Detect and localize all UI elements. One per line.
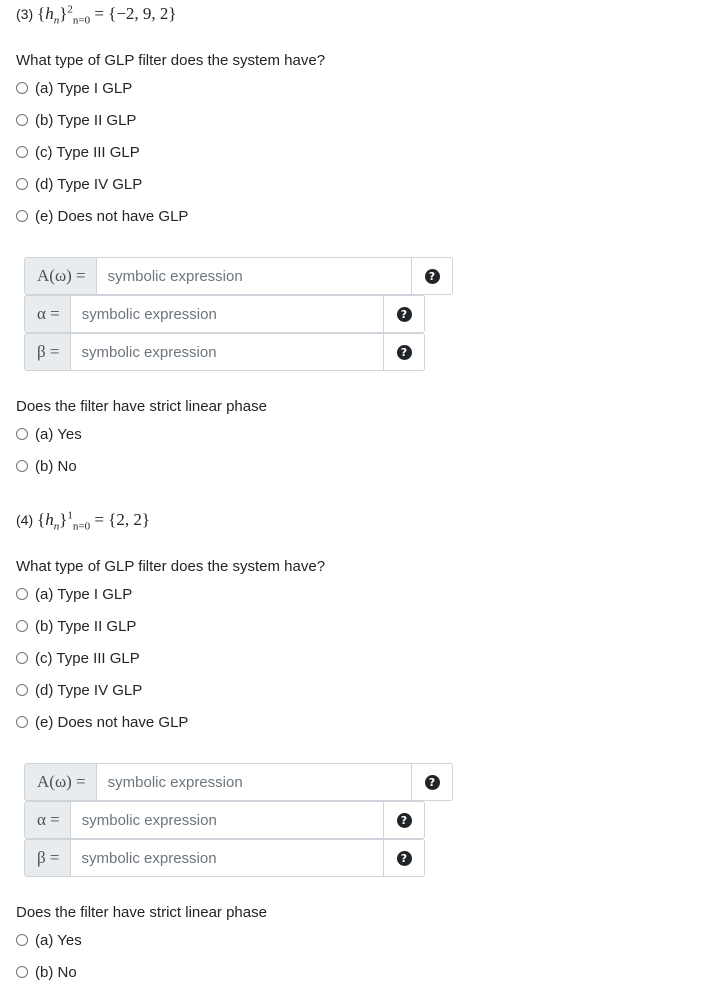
sequence-variable: h (45, 510, 54, 529)
glp-option-type-1[interactable]: (a) Type I GLP (16, 78, 132, 98)
question-circle-icon: ? (396, 344, 412, 360)
option-label: (c) Type III GLP (35, 143, 140, 161)
option-label: (c) Type III GLP (35, 649, 140, 667)
option-label: (e) Does not have GLP (35, 207, 189, 225)
amplitude-input-group: A(ω) = symbolic expression ? (24, 257, 453, 295)
option-label: (a) Yes (35, 425, 82, 443)
alpha-input[interactable]: symbolic expression (70, 296, 383, 332)
radio-button[interactable] (16, 460, 28, 472)
alpha-label: α = (25, 296, 71, 332)
question-circle-icon: ? (424, 268, 440, 284)
linear-option-no[interactable]: (b) No (16, 962, 77, 982)
option-label: (b) No (35, 457, 77, 475)
question-circle-icon: ? (396, 306, 412, 322)
problem-title: (3) {hn}2n=0 = {−2, 9, 2} (16, 3, 177, 27)
option-label: (b) Type II GLP (35, 111, 137, 129)
glp-option-type-4[interactable]: (d) Type IV GLP (16, 680, 142, 700)
linear-option-no[interactable]: (b) No (16, 456, 77, 476)
beta-label: β = (25, 840, 71, 876)
radio-button[interactable] (16, 684, 28, 696)
linear-option-yes[interactable]: (a) Yes (16, 424, 82, 444)
help-button[interactable]: ? (383, 840, 424, 876)
radio-button[interactable] (16, 934, 28, 946)
alpha-input[interactable]: symbolic expression (70, 802, 383, 838)
option-label: (e) Does not have GLP (35, 713, 189, 731)
glp-question: What type of GLP filter does the system … (16, 558, 326, 575)
amplitude-input-group: A(ω) = symbolic expression ? (24, 763, 453, 801)
radio-button[interactable] (16, 588, 28, 600)
beta-input-group: β = symbolic expression ? (24, 839, 425, 877)
sequence-expression: {hn}1n=0 = {2, 2} (37, 509, 150, 533)
amplitude-input[interactable]: symbolic expression (96, 258, 411, 294)
glp-option-type-2[interactable]: (b) Type II GLP (16, 616, 136, 636)
amplitude-input[interactable]: symbolic expression (96, 764, 411, 800)
help-button[interactable]: ? (411, 764, 452, 800)
glp-option-none[interactable]: (e) Does not have GLP (16, 206, 188, 226)
glp-question: What type of GLP filter does the system … (16, 52, 326, 69)
linear-phase-question: Does the filter have strict linear phase (16, 398, 267, 415)
sequence-lower-limit: n=0 (72, 14, 91, 27)
radio-button[interactable] (16, 966, 28, 978)
help-button[interactable]: ? (383, 334, 424, 370)
radio-button[interactable] (16, 146, 28, 158)
radio-button[interactable] (16, 716, 28, 728)
option-label: (d) Type IV GLP (35, 681, 143, 699)
linear-option-yes[interactable]: (a) Yes (16, 930, 82, 950)
option-label: (a) Type I GLP (35, 79, 133, 97)
beta-label: β = (25, 334, 71, 370)
sequence-lower-limit: n=0 (72, 520, 91, 533)
sequence-values: {−2, 9, 2} (108, 4, 177, 23)
question-circle-icon: ? (424, 774, 440, 790)
linear-phase-question: Does the filter have strict linear phase (16, 904, 267, 921)
question-circle-icon: ? (396, 850, 412, 866)
beta-input[interactable]: symbolic expression (70, 334, 383, 370)
beta-input-group: β = symbolic expression ? (24, 333, 425, 371)
glp-option-none[interactable]: (e) Does not have GLP (16, 712, 188, 732)
radio-button[interactable] (16, 114, 28, 126)
help-button[interactable]: ? (411, 258, 452, 294)
sequence-subscript: n (53, 14, 60, 27)
problem-number: (4) (16, 512, 34, 528)
glp-option-type-2[interactable]: (b) Type II GLP (16, 110, 136, 130)
sequence-variable: h (45, 4, 54, 23)
option-label: (a) Type I GLP (35, 585, 133, 603)
sequence-values: {2, 2} (108, 510, 150, 529)
alpha-input-group: α = symbolic expression ? (24, 295, 425, 333)
radio-button[interactable] (16, 210, 28, 222)
option-label: (d) Type IV GLP (35, 175, 143, 193)
problem-title: (4) {hn}1n=0 = {2, 2} (16, 509, 150, 533)
question-circle-icon: ? (396, 812, 412, 828)
option-label: (b) Type II GLP (35, 617, 137, 635)
sequence-subscript: n (53, 520, 60, 533)
radio-button[interactable] (16, 620, 28, 632)
option-label: (a) Yes (35, 931, 82, 949)
glp-option-type-4[interactable]: (d) Type IV GLP (16, 174, 142, 194)
amplitude-label: A(ω) = (25, 764, 97, 800)
alpha-input-group: α = symbolic expression ? (24, 801, 425, 839)
glp-option-type-1[interactable]: (a) Type I GLP (16, 584, 132, 604)
help-button[interactable]: ? (383, 296, 424, 332)
option-label: (b) No (35, 963, 77, 981)
help-button[interactable]: ? (383, 802, 424, 838)
sequence-expression: {hn}2n=0 = {−2, 9, 2} (37, 3, 177, 27)
radio-button[interactable] (16, 178, 28, 190)
alpha-label: α = (25, 802, 71, 838)
problem-number: (3) (16, 6, 34, 22)
radio-button[interactable] (16, 82, 28, 94)
glp-option-type-3[interactable]: (c) Type III GLP (16, 648, 140, 668)
radio-button[interactable] (16, 652, 28, 664)
radio-button[interactable] (16, 428, 28, 440)
beta-input[interactable]: symbolic expression (70, 840, 383, 876)
glp-option-type-3[interactable]: (c) Type III GLP (16, 142, 140, 162)
amplitude-label: A(ω) = (25, 258, 97, 294)
